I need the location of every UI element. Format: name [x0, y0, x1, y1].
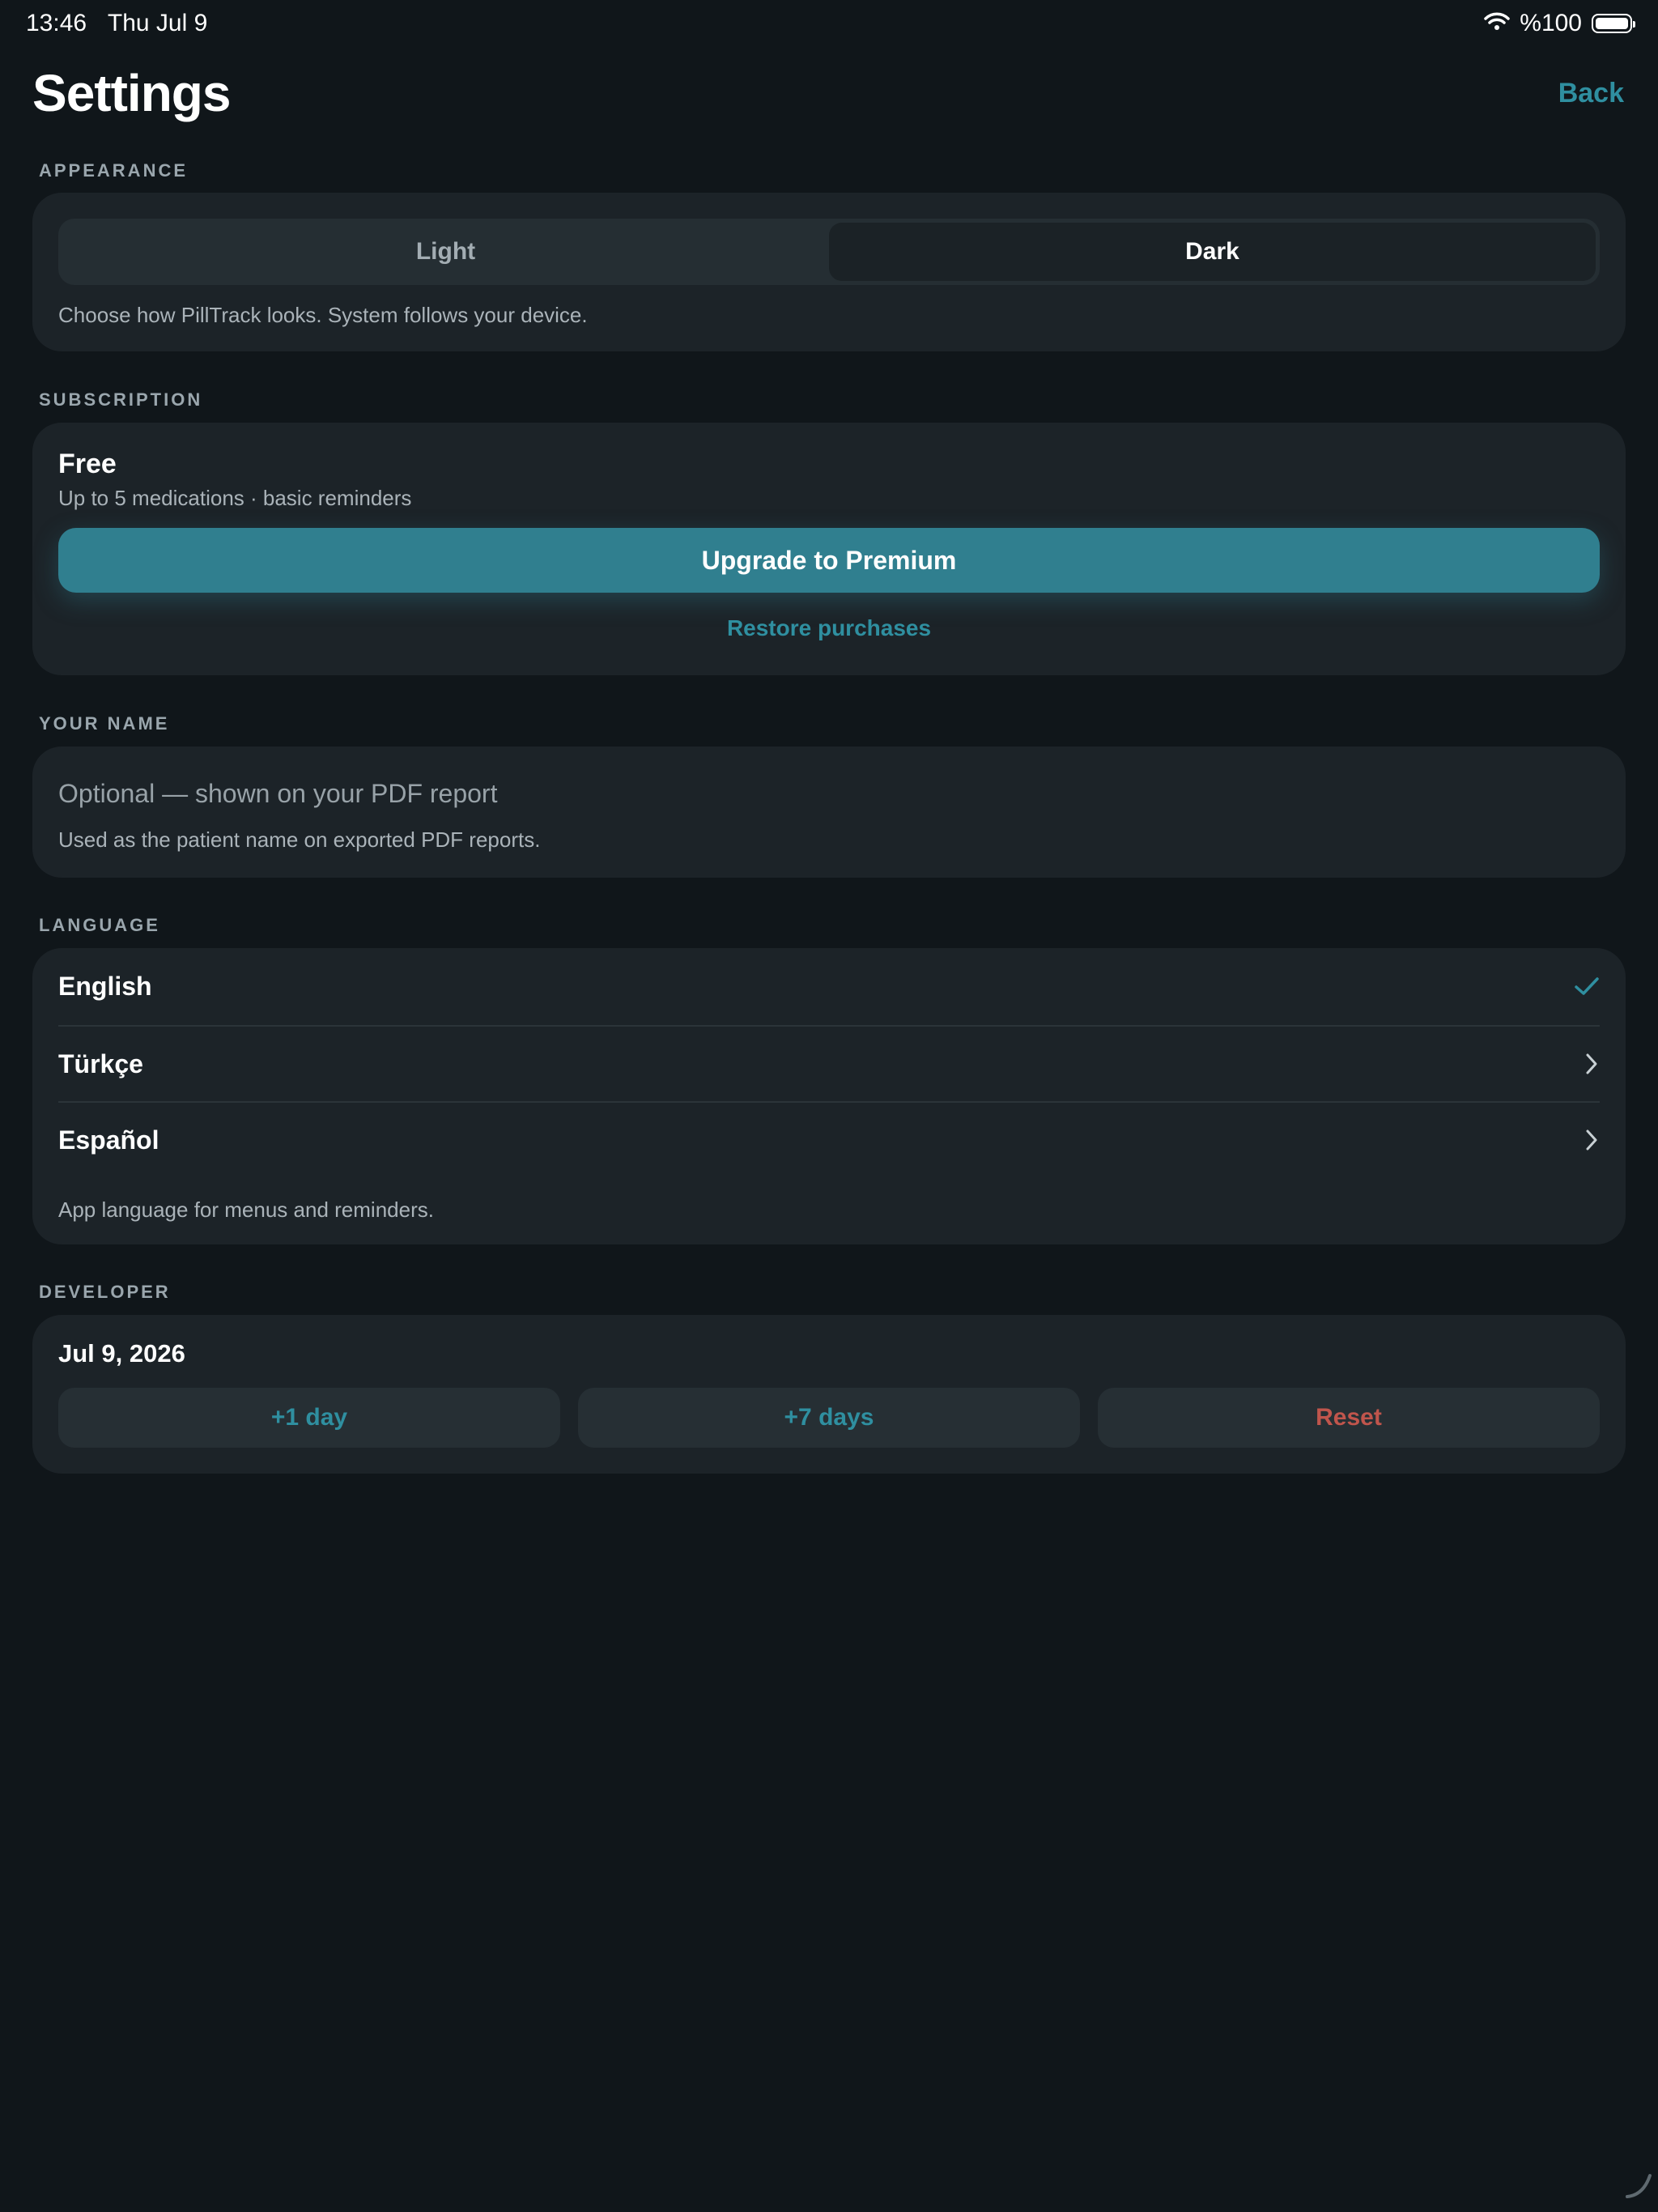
language-label: English: [58, 971, 152, 1001]
appearance-option-light[interactable]: Light: [62, 223, 829, 281]
checkmark-icon: [1574, 976, 1600, 997]
upgrade-premium-button[interactable]: Upgrade to Premium: [58, 528, 1600, 593]
battery-icon: [1592, 14, 1635, 33]
plan-description: Up to 5 medications · basic reminders: [58, 486, 412, 510]
status-date: Thu Jul 9: [107, 10, 208, 36]
developer-date: Jul 9, 2026: [58, 1339, 185, 1368]
add-one-day-button[interactable]: +1 day: [58, 1388, 560, 1448]
your-name-section-label: YOUR NAME: [39, 713, 170, 734]
wifi-icon: [1484, 10, 1511, 37]
reset-date-button[interactable]: Reset: [1098, 1388, 1600, 1448]
appearance-help-text: Choose how PillTrack looks. System follo…: [58, 303, 588, 327]
status-left: 13:46 Thu Jul 9: [26, 10, 222, 37]
status-time: 13:46: [26, 10, 87, 36]
subscription-card: Free Up to 5 medications · basic reminde…: [32, 423, 1626, 675]
chevron-right-icon: [1584, 1052, 1600, 1076]
status-bar: 13:46 Thu Jul 9 %100: [0, 0, 1658, 52]
your-name-help-text: Used as the patient name on exported PDF…: [58, 827, 541, 852]
subscription-section-label: SUBSCRIPTION: [39, 389, 203, 410]
plan-name: Free: [58, 449, 117, 479]
language-option-turkish[interactable]: Türkçe: [58, 1026, 1600, 1102]
chevron-right-icon: [1584, 1128, 1600, 1152]
battery-percent: %100: [1520, 10, 1582, 36]
language-help-text: App language for menus and reminders.: [58, 1197, 434, 1222]
language-option-english[interactable]: English: [58, 948, 1600, 1024]
status-right: %100: [1484, 10, 1635, 37]
add-seven-days-button[interactable]: +7 days: [578, 1388, 1080, 1448]
appearance-segmented-control: Light Dark: [58, 219, 1600, 285]
restore-purchases-button[interactable]: Restore purchases: [32, 615, 1626, 641]
appearance-card: Light Dark Choose how PillTrack looks. S…: [32, 193, 1626, 351]
language-card: English Türkçe Español App language for …: [32, 948, 1626, 1244]
developer-card: Jul 9, 2026 +1 day +7 days Reset: [32, 1315, 1626, 1474]
resize-grip-icon[interactable]: [1624, 2171, 1653, 2204]
back-button[interactable]: Back: [1558, 78, 1624, 109]
language-label: Türkçe: [58, 1049, 143, 1078]
language-label: Español: [58, 1125, 159, 1155]
patient-name-input[interactable]: [58, 771, 1600, 816]
developer-section-label: DEVELOPER: [39, 1282, 171, 1302]
appearance-section-label: APPEARANCE: [39, 160, 189, 181]
page-title: Settings: [32, 64, 231, 122]
your-name-card: Used as the patient name on exported PDF…: [32, 747, 1626, 878]
language-section-label: LANGUAGE: [39, 915, 160, 935]
appearance-option-dark[interactable]: Dark: [829, 223, 1596, 281]
language-option-spanish[interactable]: Español: [58, 1102, 1600, 1178]
